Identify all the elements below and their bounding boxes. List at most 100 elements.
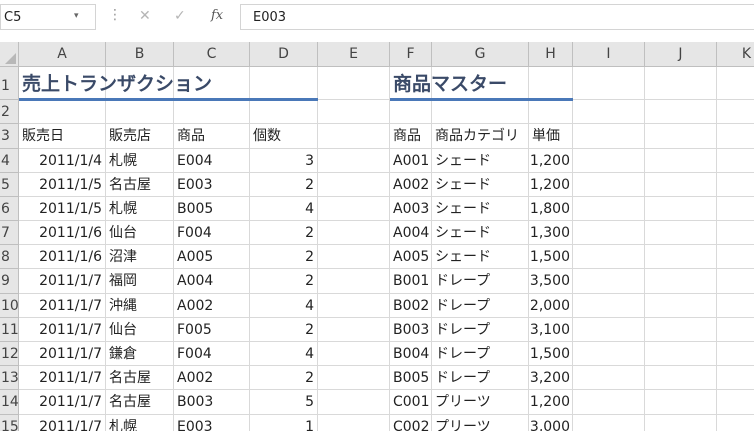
cell-i6[interactable] — [573, 197, 645, 221]
cell-d1[interactable] — [250, 67, 318, 100]
row-header-4[interactable]: 4 — [0, 149, 19, 173]
cell-e15[interactable] — [318, 415, 390, 431]
name-box-dropdown-icon[interactable]: ▾ — [74, 11, 79, 21]
cell-e1[interactable] — [318, 67, 390, 100]
cell-i15[interactable] — [573, 415, 645, 431]
cell-i2[interactable] — [573, 100, 645, 124]
cell-e9[interactable] — [318, 269, 390, 294]
cell-k13[interactable] — [717, 366, 754, 390]
cell-i10[interactable] — [573, 294, 645, 318]
row-header-15[interactable]: 15 — [0, 415, 19, 431]
column-header-j[interactable]: J — [645, 42, 717, 67]
row-header-5[interactable]: 5 — [0, 173, 19, 197]
row-header-11[interactable]: 11 — [0, 318, 19, 342]
cell-e6[interactable] — [318, 197, 390, 221]
cell-j15[interactable] — [645, 415, 717, 431]
cell-e4[interactable] — [318, 149, 390, 173]
cell-j11[interactable] — [645, 318, 717, 342]
cell-j1[interactable] — [645, 67, 717, 100]
row-header-9[interactable]: 9 — [0, 269, 19, 294]
cell-j4[interactable] — [645, 149, 717, 173]
cell-k11[interactable] — [717, 318, 754, 342]
cell-d2[interactable] — [250, 100, 318, 124]
cell-j7[interactable] — [645, 221, 717, 245]
column-header-c[interactable]: C — [174, 42, 250, 67]
cell-i9[interactable] — [573, 269, 645, 294]
column-header-e[interactable]: E — [318, 42, 390, 67]
row-header-6[interactable]: 6 — [0, 197, 19, 221]
cell-k1[interactable] — [717, 67, 754, 100]
cell-i14[interactable] — [573, 390, 645, 415]
cell-e7[interactable] — [318, 221, 390, 245]
column-header-a[interactable]: A — [19, 42, 106, 67]
row-header-7[interactable]: 7 — [0, 221, 19, 245]
cell-k6[interactable] — [717, 197, 754, 221]
cell-e13[interactable] — [318, 366, 390, 390]
cell-i3[interactable] — [573, 124, 645, 149]
column-header-g[interactable]: G — [432, 42, 529, 67]
cell-e3[interactable] — [318, 124, 390, 149]
cell-j3[interactable] — [645, 124, 717, 149]
enter-icon[interactable]: ✓ — [174, 8, 186, 24]
cell-i1[interactable] — [573, 67, 645, 100]
cell-i13[interactable] — [573, 366, 645, 390]
cell-h2[interactable] — [529, 100, 573, 124]
cell-c2[interactable] — [174, 100, 250, 124]
row-header-1[interactable]: 1 — [0, 67, 19, 100]
cell-j13[interactable] — [645, 366, 717, 390]
column-header-h[interactable]: H — [529, 42, 573, 67]
select-all-corner[interactable] — [0, 42, 19, 67]
row-header-10[interactable]: 10 — [0, 294, 19, 318]
cell-h1[interactable] — [529, 67, 573, 100]
cell-i4[interactable] — [573, 149, 645, 173]
cell-k4[interactable] — [717, 149, 754, 173]
cell-b2[interactable] — [106, 100, 174, 124]
cell-i11[interactable] — [573, 318, 645, 342]
cancel-icon[interactable]: ✕ — [139, 8, 151, 24]
row-header-13[interactable]: 13 — [0, 366, 19, 390]
cell-i7[interactable] — [573, 221, 645, 245]
cell-j8[interactable] — [645, 245, 717, 269]
cell-j2[interactable] — [645, 100, 717, 124]
column-header-i[interactable]: I — [573, 42, 645, 67]
cell-k7[interactable] — [717, 221, 754, 245]
cell-k9[interactable] — [717, 269, 754, 294]
cell-k5[interactable] — [717, 173, 754, 197]
row-header-3[interactable]: 3 — [0, 124, 19, 149]
row-header-12[interactable]: 12 — [0, 342, 19, 366]
cell-k2[interactable] — [717, 100, 754, 124]
cell-k14[interactable] — [717, 390, 754, 415]
row-header-2[interactable]: 2 — [0, 100, 19, 124]
cell-e10[interactable] — [318, 294, 390, 318]
column-header-d[interactable]: D — [250, 42, 318, 67]
insert-function-icon[interactable]: fx — [211, 8, 223, 23]
cell-e12[interactable] — [318, 342, 390, 366]
cell-k10[interactable] — [717, 294, 754, 318]
cell-e8[interactable] — [318, 245, 390, 269]
cell-j6[interactable] — [645, 197, 717, 221]
cell-k12[interactable] — [717, 342, 754, 366]
column-header-b[interactable]: B — [106, 42, 174, 67]
cell-j9[interactable] — [645, 269, 717, 294]
cell-j10[interactable] — [645, 294, 717, 318]
row-header-14[interactable]: 14 — [0, 390, 19, 415]
cell-e14[interactable] — [318, 390, 390, 415]
cell-k3[interactable] — [717, 124, 754, 149]
cell-i5[interactable] — [573, 173, 645, 197]
cell-k15[interactable] — [717, 415, 754, 431]
cell-e5[interactable] — [318, 173, 390, 197]
cell-e2[interactable] — [318, 100, 390, 124]
cell-k8[interactable] — [717, 245, 754, 269]
row-header-8[interactable]: 8 — [0, 245, 19, 269]
cell-i8[interactable] — [573, 245, 645, 269]
cell-e11[interactable] — [318, 318, 390, 342]
column-header-f[interactable]: F — [390, 42, 432, 67]
cell-j12[interactable] — [645, 342, 717, 366]
cell-i12[interactable] — [573, 342, 645, 366]
worksheet-grid[interactable]: ABCDEFGHIJK 1 2 3 4 5 6 7 8 9 10 11 12 13 14 15 売上トランザ… — [0, 42, 754, 431]
column-header-k[interactable]: K — [717, 42, 754, 67]
name-box[interactable]: C5 ▾ — [0, 4, 96, 30]
formula-bar-grip-icon[interactable]: ⋮ — [108, 7, 122, 23]
cell-a2[interactable] — [19, 100, 106, 124]
formula-input[interactable]: E003 — [240, 4, 754, 30]
